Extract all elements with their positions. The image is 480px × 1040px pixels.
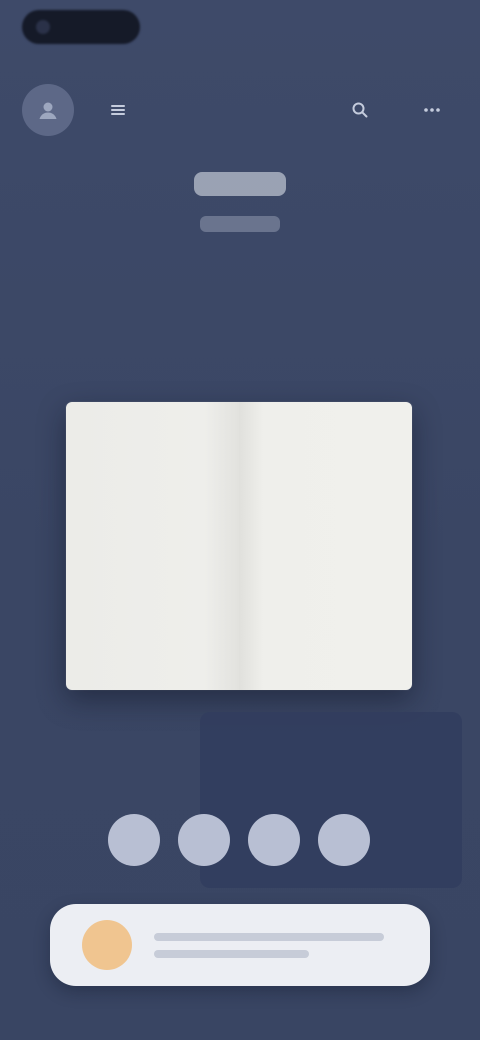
action-bar (108, 814, 372, 872)
camera-dot (36, 20, 50, 34)
page-title (0, 172, 480, 206)
top-bar (0, 78, 480, 138)
open-book[interactable] (66, 402, 412, 690)
avatar[interactable] (22, 84, 74, 136)
menu-button[interactable] (100, 92, 136, 128)
header (0, 172, 480, 238)
card-thumbnail (82, 920, 132, 970)
bottom-card[interactable] (50, 904, 430, 986)
more-icon (424, 108, 440, 112)
card-text (154, 932, 430, 958)
action-button-3[interactable] (248, 814, 300, 866)
action-button-4[interactable] (318, 814, 370, 866)
page-subtitle (0, 216, 480, 238)
action-button-1[interactable] (108, 814, 160, 866)
subtitle-text (200, 216, 280, 232)
book-page-left[interactable] (66, 402, 239, 690)
book-page-right[interactable] (239, 402, 412, 690)
app-screen (0, 0, 480, 1040)
more-button[interactable] (414, 92, 450, 128)
action-button-2[interactable] (178, 814, 230, 866)
user-icon (39, 102, 57, 119)
card-text-line (154, 932, 384, 941)
search-icon (352, 102, 368, 118)
card-text-line (154, 949, 309, 958)
menu-icon (111, 105, 125, 115)
camera-notch (22, 10, 140, 44)
search-button[interactable] (342, 92, 378, 128)
title-text (194, 172, 286, 196)
